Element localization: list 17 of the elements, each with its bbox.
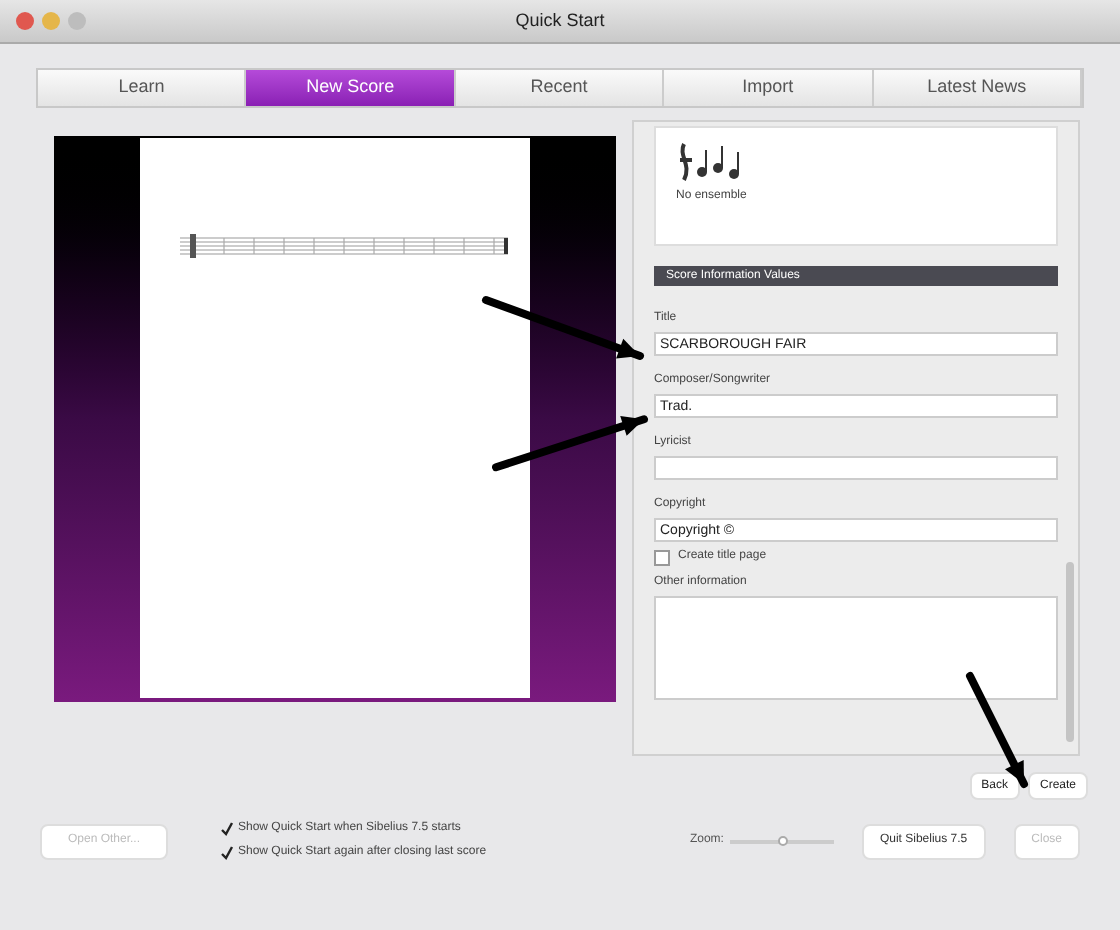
minimize-icon[interactable] — [42, 12, 60, 30]
arrow-icon — [964, 670, 1030, 790]
tab[interactable]: Recent — [455, 70, 665, 106]
checkmark-icon[interactable] — [220, 822, 234, 836]
checkmark-icon[interactable] — [220, 846, 234, 860]
checkbox[interactable] — [654, 549, 670, 565]
scrollbar[interactable] — [1066, 562, 1074, 742]
tab[interactable]: Import — [664, 70, 874, 106]
arrow-icon — [480, 294, 646, 365]
tab[interactable]: New Score — [246, 70, 456, 106]
arrow-icon — [490, 410, 650, 474]
close-icon[interactable] — [16, 12, 34, 30]
tab[interactable]: Latest News — [873, 70, 1083, 106]
input-field[interactable] — [654, 456, 1058, 480]
text-area[interactable] — [654, 596, 1058, 700]
window-title: Quick Start — [515, 7, 605, 34]
zoom-icon[interactable] — [68, 12, 86, 30]
